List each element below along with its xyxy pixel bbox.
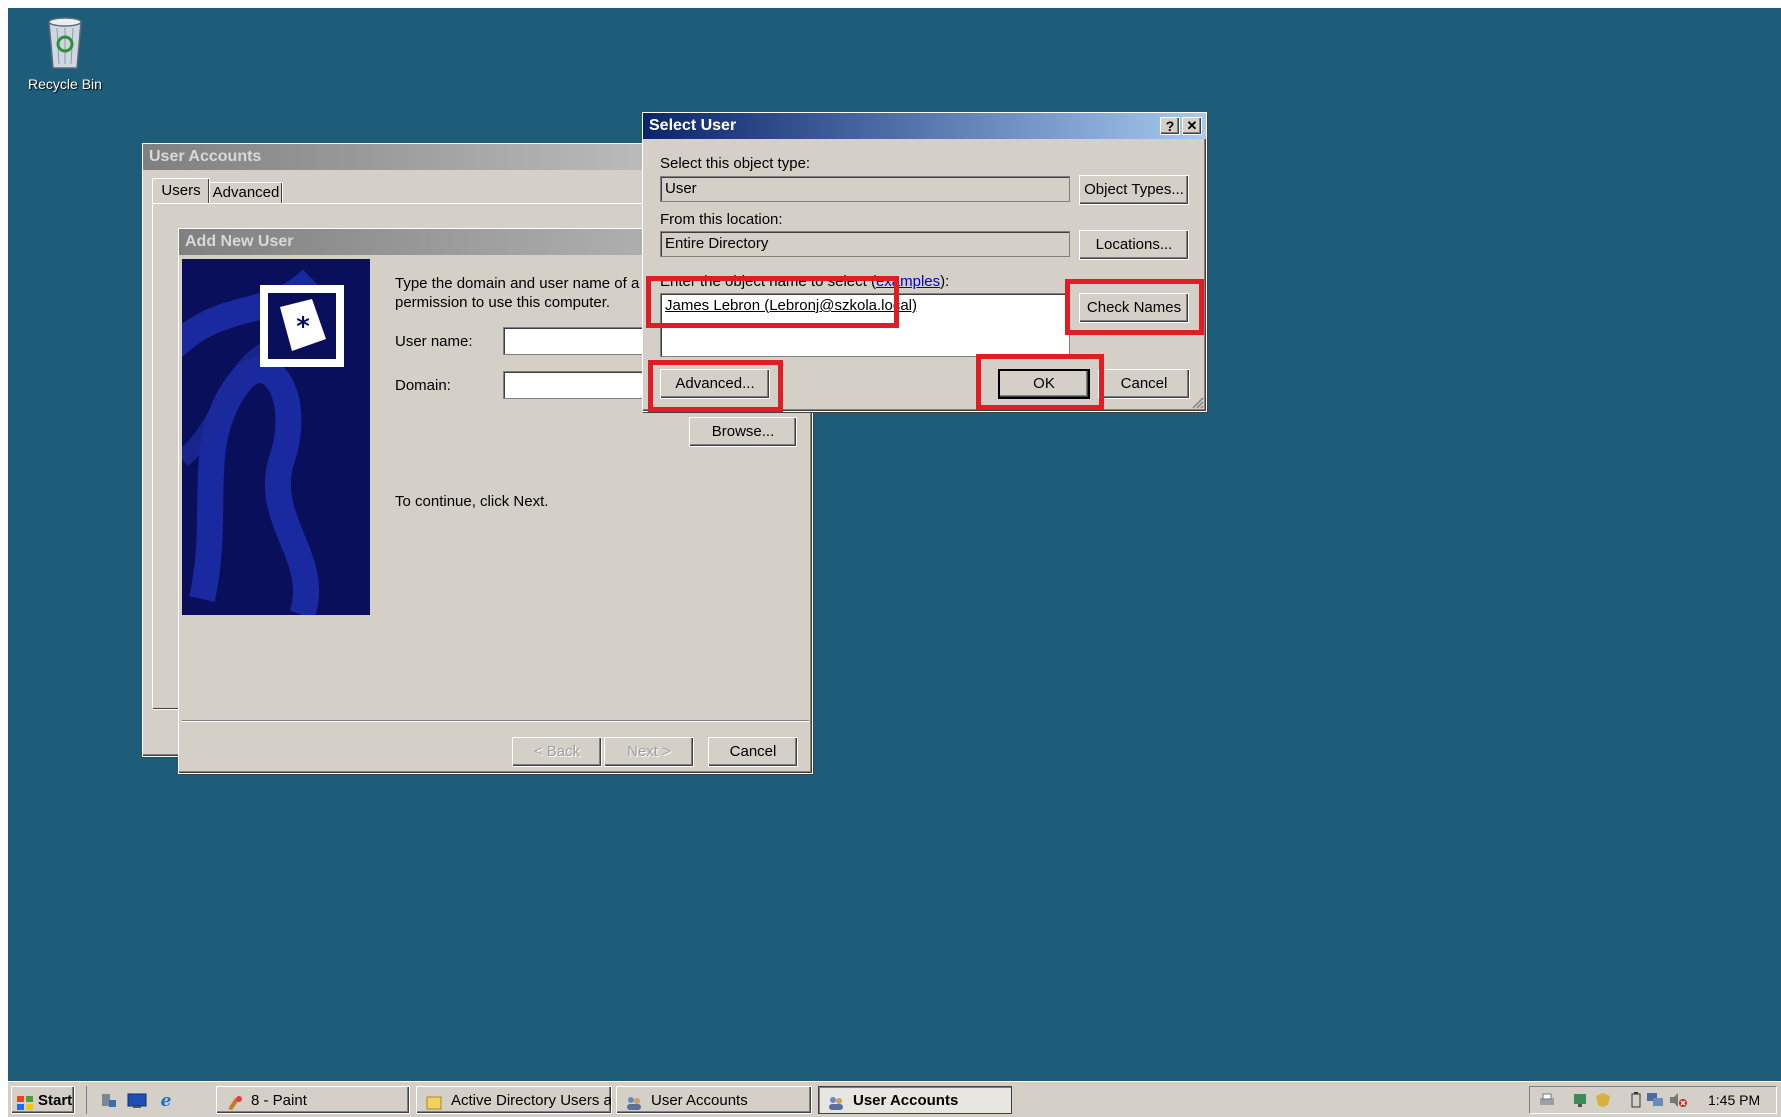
help-icon: ? <box>1165 118 1175 134</box>
windows-flag-icon <box>16 1093 34 1110</box>
highlight-object-name <box>646 276 899 328</box>
clock[interactable]: 1:45 PM <box>1708 1092 1760 1108</box>
user-name-field[interactable] <box>503 327 653 355</box>
browse-button[interactable]: Browse... <box>689 417 797 447</box>
network-icon[interactable] <box>1572 1092 1590 1112</box>
recycle-bin-icon <box>45 14 85 70</box>
svg-text:*: * <box>296 312 310 342</box>
network-connections-icon[interactable] <box>1646 1092 1664 1112</box>
close-icon: ✕ <box>1186 118 1198 133</box>
taskbar-button-active-directory-label: Active Directory Users a... <box>451 1092 612 1109</box>
user-name-label: User name: <box>395 333 473 350</box>
select-user-cancel-button[interactable]: Cancel <box>1098 369 1190 399</box>
show-desktop-icon[interactable] <box>127 1092 147 1108</box>
instruction-text-line1: Type the domain and user name of a u <box>395 275 652 292</box>
battery-icon[interactable] <box>1630 1092 1642 1112</box>
desktop-icon-recycle-bin[interactable]: Recycle Bin <box>20 14 110 92</box>
taskbar-button-paint-label: 8 - Paint <box>251 1092 307 1109</box>
tab-advanced[interactable]: Advanced <box>209 182 283 203</box>
object-types-button[interactable]: Object Types... <box>1079 175 1189 205</box>
wizard-banner-image: * <box>182 259 370 615</box>
taskbar-button-paint[interactable]: 8 - Paint <box>216 1086 410 1114</box>
internet-explorer-icon[interactable]: e <box>157 1091 175 1111</box>
select-user-titlebar[interactable]: Select User ? ✕ <box>643 113 1206 139</box>
taskbar-button-user-accounts[interactable]: User Accounts <box>616 1086 812 1114</box>
taskbar-button-user-accounts-label: User Accounts <box>651 1092 748 1109</box>
start-label: Start <box>38 1092 73 1109</box>
highlight-check-names <box>1065 279 1204 335</box>
tab-users-label: Users <box>161 182 201 199</box>
taskbar: Start e 8 - Paint Active Directory Users… <box>8 1081 1781 1117</box>
resize-grip-icon[interactable] <box>1190 395 1204 409</box>
taskbar-button-user-accounts-active-label: User Accounts <box>853 1092 959 1109</box>
user-accounts-titlebar[interactable]: User Accounts <box>143 144 687 170</box>
tab-advanced-label: Advanced <box>212 184 280 201</box>
desktop: Recycle Bin User Accounts Users Advanced… <box>8 8 1781 1081</box>
highlight-advanced <box>648 360 783 412</box>
add-new-user-title: Add New User <box>185 233 294 250</box>
close-button[interactable]: ✕ <box>1182 117 1202 135</box>
quick-launch: e <box>86 1086 207 1114</box>
svg-text:e: e <box>161 1091 172 1109</box>
location-field: Entire Directory <box>660 231 1070 257</box>
start-button[interactable]: Start <box>11 1086 75 1114</box>
object-type-label: Select this object type: <box>660 155 811 172</box>
select-user-title: Select User <box>649 117 737 134</box>
recycle-bin-label: Recycle Bin <box>28 76 102 92</box>
next-button[interactable]: Next > <box>604 737 694 767</box>
instruction-text-line2: permission to use this computer. <box>395 294 611 311</box>
printer-icon[interactable] <box>1538 1092 1556 1112</box>
wizard-cancel-button[interactable]: Cancel <box>708 737 798 767</box>
domain-field[interactable] <box>503 371 653 399</box>
volume-muted-icon[interactable] <box>1668 1092 1688 1112</box>
highlight-ok <box>976 354 1104 410</box>
system-tray: 1:45 PM <box>1529 1086 1777 1114</box>
locations-button[interactable]: Locations... <box>1079 230 1189 260</box>
wizard-divider <box>182 720 809 722</box>
active-directory-icon <box>425 1093 443 1110</box>
user-accounts-icon <box>625 1093 643 1110</box>
taskbar-button-user-accounts-active[interactable]: User Accounts <box>818 1086 1012 1114</box>
security-icon[interactable] <box>1594 1092 1612 1112</box>
object-name-label-suffix: ): <box>940 273 950 290</box>
taskbar-button-active-directory[interactable]: Active Directory Users a... <box>416 1086 612 1114</box>
paint-icon <box>225 1093 243 1110</box>
server-manager-icon[interactable] <box>99 1092 117 1108</box>
continue-text: To continue, click Next. <box>395 493 549 510</box>
object-type-field: User <box>660 176 1070 202</box>
domain-label: Domain: <box>395 377 451 394</box>
location-label: From this location: <box>660 211 783 228</box>
user-accounts-title: User Accounts <box>149 148 262 165</box>
back-button[interactable]: < Back <box>512 737 602 767</box>
help-button[interactable]: ? <box>1160 117 1180 135</box>
user-accounts-icon <box>827 1093 845 1110</box>
tab-users[interactable]: Users <box>152 178 210 203</box>
